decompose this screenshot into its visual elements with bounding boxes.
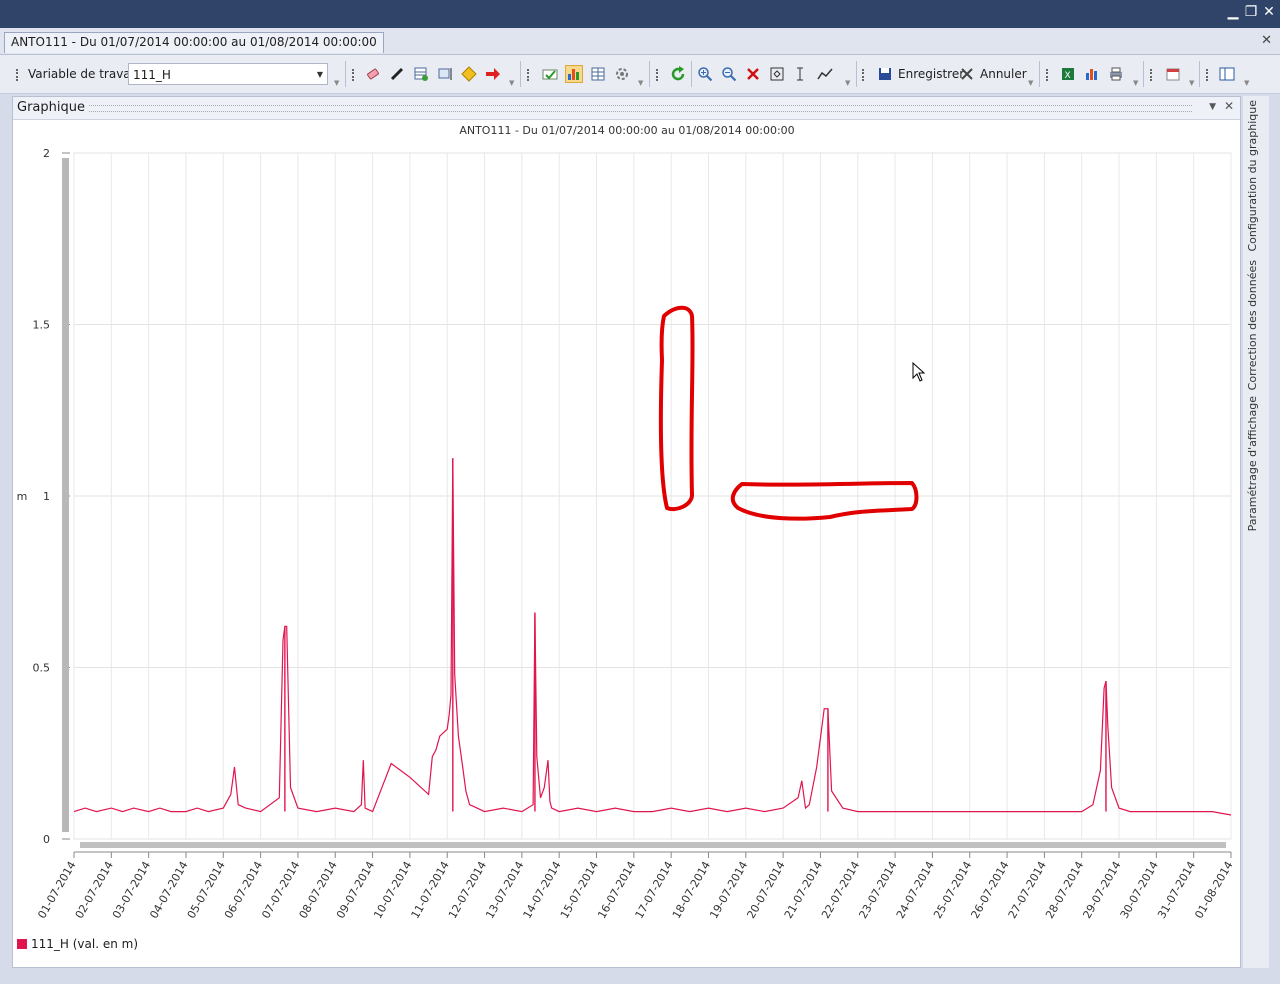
toolbar-separator — [856, 61, 857, 87]
toolbar-separator — [649, 61, 650, 87]
toolbar-grip[interactable] — [1046, 69, 1051, 81]
toolbar-overflow-icon[interactable]: ▼ — [509, 79, 514, 87]
panel-dropdown-icon[interactable]: ▼ — [1209, 102, 1216, 112]
save-icon[interactable] — [876, 65, 894, 83]
close-tab-icon[interactable]: ✕ — [1261, 33, 1272, 48]
table-refresh-icon[interactable] — [412, 65, 430, 83]
settings-icon[interactable] — [613, 65, 631, 83]
toolbar-grip[interactable] — [1150, 69, 1155, 81]
toolbar-separator — [1143, 61, 1144, 87]
zoom-in-icon[interactable] — [696, 65, 714, 83]
toolbar-grip[interactable] — [1206, 69, 1211, 81]
minimize-icon[interactable]: ▁ — [1224, 4, 1242, 20]
diamond-warning-icon[interactable] — [460, 65, 478, 83]
screen-edit-icon[interactable] — [436, 65, 454, 83]
toolbar-overflow-icon[interactable]: ▼ — [1133, 79, 1138, 87]
variable-label: Variable de travail: — [28, 67, 142, 81]
zoom-out-icon[interactable] — [720, 65, 738, 83]
svg-text:X: X — [1065, 71, 1071, 81]
arrow-right-icon[interactable] — [484, 65, 502, 83]
toolbar-overflow-icon[interactable]: ▼ — [1028, 79, 1033, 87]
toolbar-grip[interactable] — [527, 69, 532, 81]
tab-display-settings[interactable]: Paramétrage d'affichage — [1246, 396, 1259, 531]
main-toolbar: Variable de travail: 111_H ▼ ▼ ▼ ▼ ▼ Enr… — [0, 55, 1280, 94]
toolbar-grip[interactable] — [862, 69, 867, 81]
right-sidebar: Configuration du graphique Correction de… — [1243, 96, 1269, 968]
fit-view-icon[interactable] — [768, 65, 786, 83]
table-view-icon[interactable] — [589, 65, 607, 83]
refresh-icon[interactable] — [669, 65, 687, 83]
toolbar-separator — [1039, 61, 1040, 87]
window-titlebar: ▁ ❐ ✕ — [0, 0, 1280, 28]
line-chart-icon[interactable] — [816, 65, 834, 83]
legend-label: 111_H (val. en m) — [31, 937, 139, 951]
panel-close-icon[interactable]: ✕ — [1224, 99, 1234, 113]
document-tab[interactable]: ANTO111 - Du 01/07/2014 00:00:00 au 01/0… — [4, 32, 384, 53]
variable-select-value: 111_H — [133, 68, 171, 82]
toolbar-overflow-icon[interactable]: ▼ — [334, 79, 339, 87]
save-button[interactable]: Enregistrer — [898, 67, 964, 81]
calendar-icon[interactable] — [1164, 65, 1182, 83]
tab-chart-configuration[interactable]: Configuration du graphique — [1246, 100, 1259, 252]
toolbar-grip[interactable] — [656, 69, 661, 81]
panel-header: Graphique ▼ ✕ — [13, 97, 1240, 120]
document-tab-strip: ANTO111 - Du 01/07/2014 00:00:00 au 01/0… — [0, 28, 1280, 55]
toolbar-overflow-icon[interactable]: ▼ — [845, 79, 850, 87]
chart-panel: Graphique ▼ ✕ — [12, 96, 1241, 968]
cancel-icon[interactable] — [958, 65, 976, 83]
toolbar-overflow-icon[interactable]: ▼ — [1244, 79, 1249, 87]
layout-panel-icon[interactable] — [1218, 65, 1236, 83]
toolbar-separator — [1199, 61, 1200, 87]
bar-chart-icon[interactable] — [565, 65, 583, 83]
toolbar-separator — [691, 61, 692, 87]
check-table-icon[interactable] — [541, 65, 559, 83]
close-window-icon[interactable]: ✕ — [1260, 4, 1278, 20]
toolbar-overflow-icon[interactable]: ▼ — [638, 79, 643, 87]
toolbar-separator — [345, 61, 346, 87]
panel-drag-handle[interactable] — [89, 105, 1192, 112]
toolbar-grip[interactable] — [352, 69, 357, 81]
restore-icon[interactable]: ❐ — [1242, 4, 1260, 20]
eraser-icon[interactable] — [364, 65, 382, 83]
variable-select[interactable]: 111_H ▼ — [128, 63, 328, 85]
tab-data-correction[interactable]: Correction des données — [1246, 260, 1259, 390]
mouse-cursor-icon — [912, 362, 926, 382]
excel-export-icon[interactable]: X — [1059, 65, 1077, 83]
toolbar-overflow-icon[interactable]: ▼ — [1189, 79, 1194, 87]
cursor-select-icon[interactable] — [792, 65, 810, 83]
cancel-button[interactable]: Annuler — [980, 67, 1027, 81]
legend-swatch — [17, 939, 27, 949]
toolbar-grip[interactable] — [16, 69, 21, 81]
pencil-icon[interactable] — [388, 65, 406, 83]
toolbar-separator — [520, 61, 521, 87]
delete-x-icon[interactable] — [744, 65, 762, 83]
panel-title: Graphique — [17, 100, 85, 115]
print-icon[interactable] — [1107, 65, 1125, 83]
chart-legend: 111_H (val. en m) — [17, 937, 138, 951]
chevron-down-icon: ▼ — [316, 70, 323, 79]
chart-export-icon[interactable] — [1083, 65, 1101, 83]
